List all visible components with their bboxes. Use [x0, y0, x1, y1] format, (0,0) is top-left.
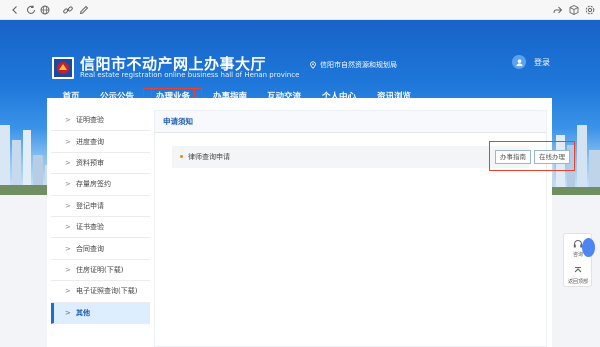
service-name: 律师查询申请	[188, 153, 230, 161]
link-icon[interactable]	[62, 4, 74, 16]
site-subtitle: Real estate registration online business…	[80, 71, 300, 79]
share-icon[interactable]	[552, 4, 564, 16]
box-icon[interactable]	[568, 4, 580, 16]
globe-icon	[39, 4, 51, 16]
buttons-highlight	[489, 141, 575, 171]
sidebar-item-verify[interactable]: > 证明查验	[51, 110, 150, 132]
chevron-right-icon: >	[65, 116, 71, 125]
chevron-right-icon: >	[65, 180, 71, 189]
back-to-top-label: 返回顶部	[567, 279, 588, 285]
site-logo	[52, 57, 74, 79]
sidebar-item-registration[interactable]: > 登记申请	[51, 196, 150, 217]
sidebar-item-progress[interactable]: > 进度查询	[51, 131, 150, 153]
location[interactable]: 信阳市自然资源和规划局	[309, 60, 397, 70]
chevron-right-icon: >	[65, 287, 71, 296]
sidebar-item-other[interactable]: > 其他	[51, 302, 150, 324]
sidebar-item-housing-contract[interactable]: > 存量房签约	[51, 174, 150, 196]
location-pin-icon	[310, 61, 316, 69]
sidebar-item-contract-query[interactable]: > 合同查询	[51, 238, 150, 260]
back-to-top-button[interactable]: 返回顶部	[564, 263, 592, 285]
user-icon	[512, 55, 526, 69]
sidebar-item-certificate[interactable]: > 证书查验	[51, 217, 150, 239]
sidebar-item-e-license[interactable]: > 电子证照查询(下载)	[51, 281, 150, 303]
content-card: > 证明查验 > 进度查询 > 资料预审 > 存量房签约 > 登记申请 > 证书查验 > 合同…	[47, 98, 575, 347]
panel-title: 申请须知	[155, 111, 546, 133]
chevron-right-icon: >	[65, 223, 71, 232]
browser-toolbar	[0, 0, 600, 20]
chevron-right-icon: >	[65, 201, 71, 210]
assistant-bubble-icon[interactable]	[582, 238, 595, 257]
login-label: 登录	[534, 57, 550, 67]
chevron-right-icon: >	[65, 137, 71, 146]
main-panel: 申请须知 律师查询申请 办事指南 在线办理	[154, 110, 575, 347]
sidebar-item-housing-proof[interactable]: > 住房证明(下载)	[51, 260, 150, 282]
chevron-right-icon: >	[65, 244, 71, 253]
settings-icon[interactable]	[584, 4, 596, 16]
sidebar-item-prereview[interactable]: > 资料预审	[51, 153, 150, 175]
refresh-icon[interactable]	[25, 4, 37, 16]
chevron-right-icon: >	[65, 265, 71, 274]
sidebar: > 证明查验 > 进度查询 > 资料预审 > 存量房签约 > 登记申请 > 证书查验 > 合同…	[51, 110, 150, 347]
login-link[interactable]: 登录	[512, 55, 550, 69]
chevron-right-icon: >	[65, 158, 71, 167]
bullet-icon	[180, 155, 183, 158]
edit-icon[interactable]	[78, 4, 90, 16]
service-row: 律师查询申请	[172, 146, 529, 168]
chevron-right-icon: >	[65, 308, 71, 317]
arrow-up-icon	[574, 267, 582, 273]
back-icon[interactable]	[9, 4, 21, 16]
location-text: 信阳市自然资源和规划局	[320, 61, 397, 69]
